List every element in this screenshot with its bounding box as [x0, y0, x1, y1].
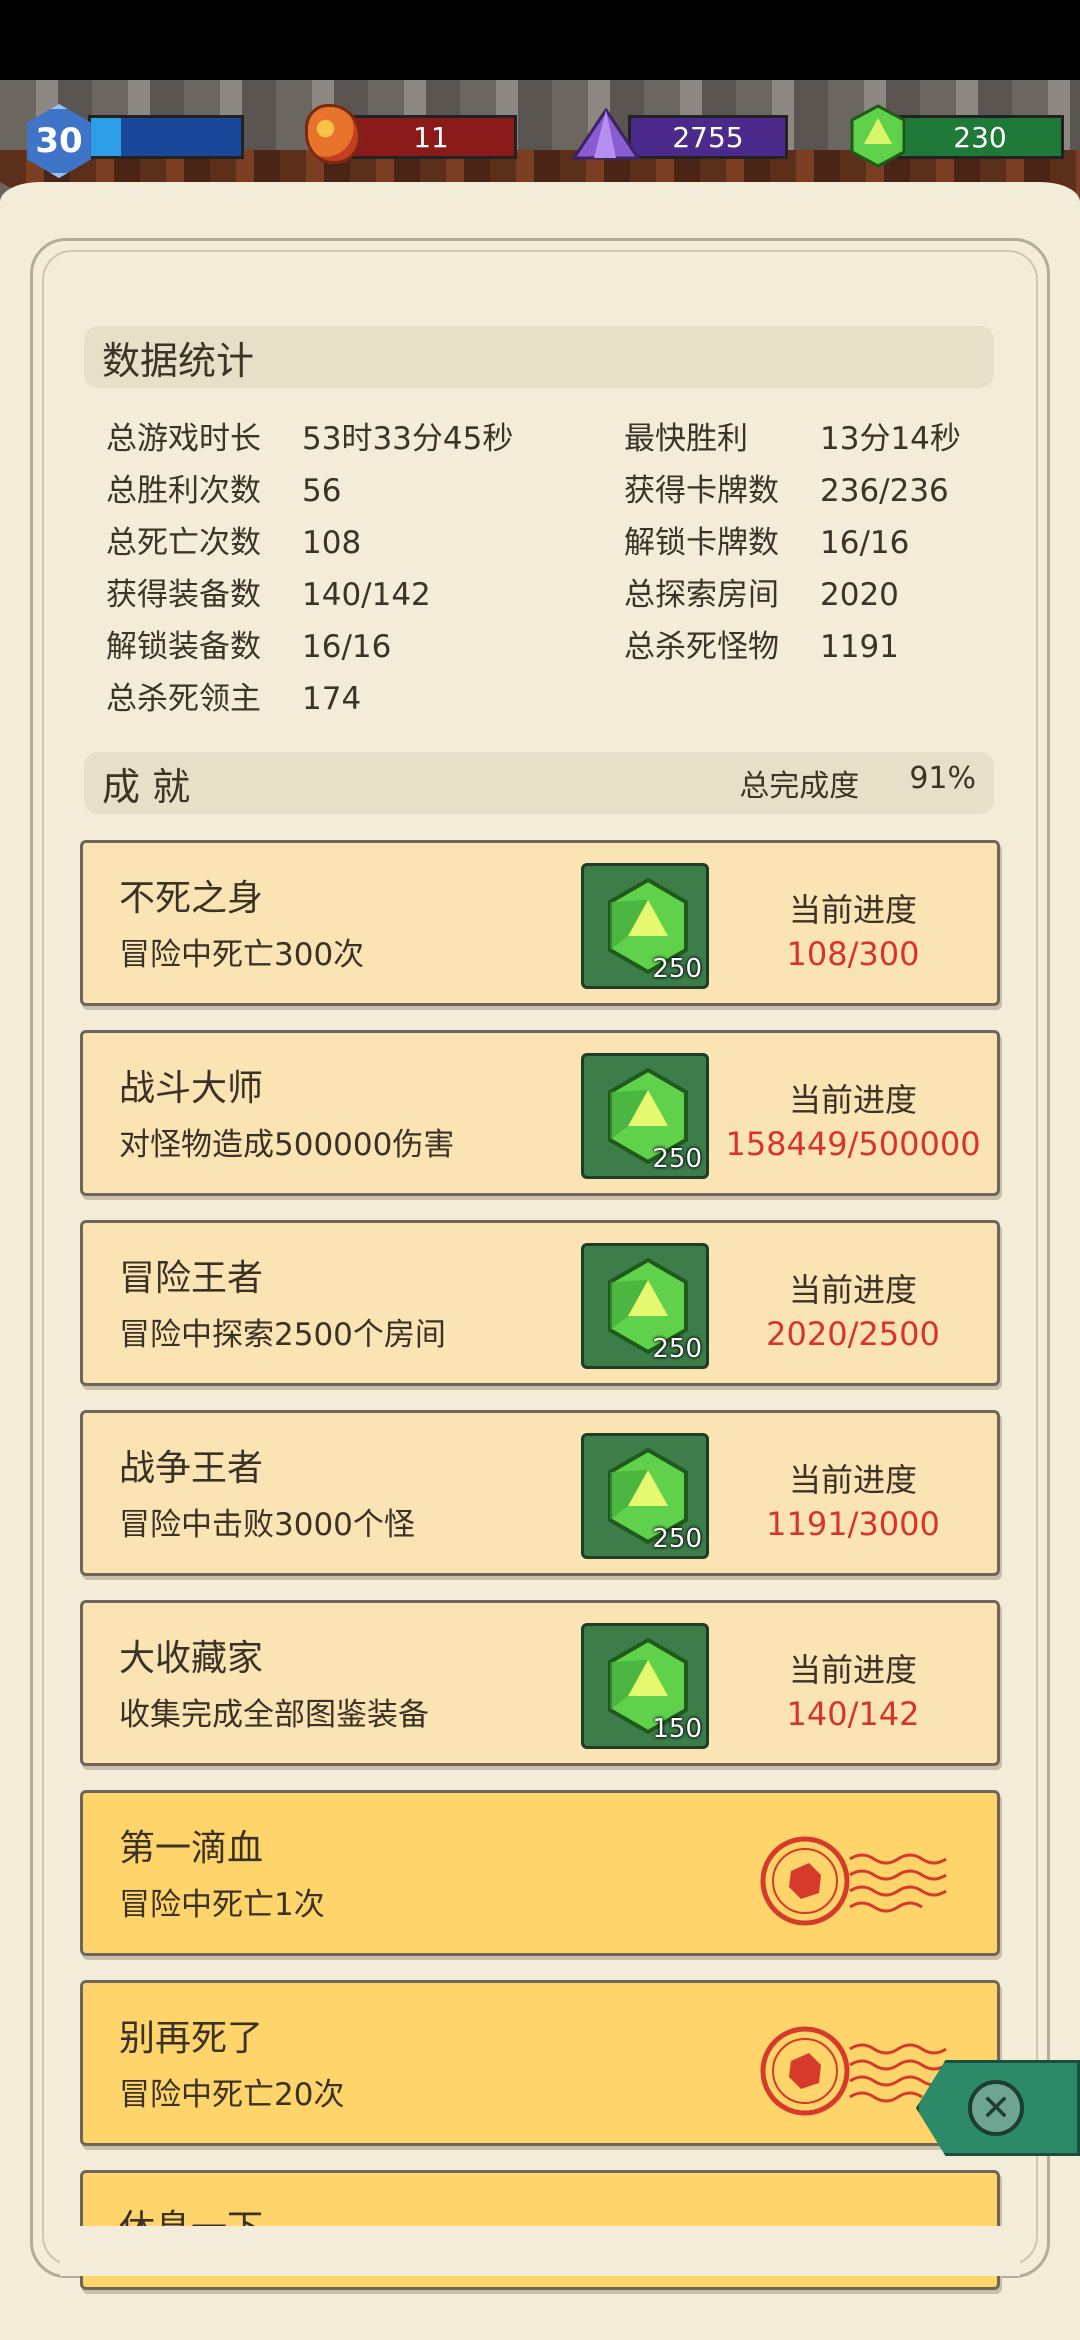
achievements-title: 成 就: [102, 764, 191, 809]
progress-value: 1191/3000: [766, 1505, 940, 1543]
close-icon[interactable]: ✕: [968, 2080, 1024, 2136]
stat-value: 140/142: [302, 577, 431, 613]
reward-box: 250: [581, 1053, 709, 1179]
stat-label: 总杀死怪物: [624, 629, 779, 665]
reward-amount: 250: [652, 1334, 702, 1364]
ore-count: 11: [413, 120, 449, 154]
crystal-count: 2755: [672, 120, 744, 154]
stat-value: 56: [302, 473, 342, 509]
completed-stamp-icon: [760, 1836, 947, 1926]
reward-amount: 250: [652, 1144, 702, 1174]
reward-amount: 150: [652, 1714, 702, 1744]
xp-bar: [88, 115, 244, 159]
achievement-name: 第一滴血: [119, 1828, 264, 1869]
achievement-name: 战争王者: [119, 1448, 264, 1489]
stat-value: 16/16: [302, 629, 392, 665]
achievement-card[interactable]: 大收藏家 收集完成全部图鉴装备 150 当前进度 140/142: [80, 1600, 1000, 1766]
gem-count: 230: [953, 120, 1007, 154]
achievement-card[interactable]: 战争王者 冒险中击败3000个怪 250 当前进度 1191/3000: [80, 1410, 1000, 1576]
progress-label: 当前进度: [788, 1081, 917, 1119]
achievement-desc: 冒险中死亡1次: [119, 1887, 325, 1923]
ore-counter: 11: [345, 115, 517, 159]
reward-box: 250: [581, 1243, 709, 1369]
progress-label: 当前进度: [788, 1271, 917, 1309]
progress-label: 当前进度: [788, 1651, 917, 1689]
stat-label: 总游戏时长: [106, 421, 261, 457]
achievement-card[interactable]: 战斗大师 对怪物造成500000伤害 250 当前进度 158449/50000…: [80, 1030, 1000, 1196]
achievement-name: 别再死了: [119, 2018, 264, 2059]
crystal-icon: [572, 108, 640, 160]
stat-label: 总死亡次数: [106, 525, 261, 561]
stat-value: 13分14秒: [820, 421, 961, 457]
completed-achievement-card[interactable]: 第一滴血 冒险中死亡1次: [80, 1790, 1000, 1956]
gem-icon: [850, 104, 906, 168]
stat-label: 解锁卡牌数: [624, 525, 779, 561]
completion-label: 总完成度: [739, 769, 860, 804]
achievement-desc: 冒险中探索2500个房间: [119, 1317, 446, 1353]
progress-label: 当前进度: [788, 1461, 917, 1499]
progress-value: 140/142: [786, 1695, 920, 1733]
reward-box: 250: [581, 1433, 709, 1559]
achievement-desc: 冒险中死亡300次: [119, 937, 365, 973]
stat-value: 16/16: [820, 525, 910, 561]
xp-bar-fill: [91, 118, 121, 156]
stat-label: 解锁装备数: [106, 629, 261, 665]
achievement-desc: 冒险中击败3000个怪: [119, 1507, 415, 1543]
stat-value: 1191: [820, 629, 899, 665]
stat-value: 108: [302, 525, 362, 561]
achievement-card[interactable]: 冒险王者 冒险中探索2500个房间 250 当前进度 2020/2500: [80, 1220, 1000, 1386]
achievement-desc: 对怪物造成500000伤害: [119, 1127, 455, 1163]
achievement-card[interactable]: 不死之身 冒险中死亡300次 250 当前进度 108/300: [80, 840, 1000, 1006]
stat-label: 获得卡牌数: [624, 473, 779, 509]
stat-value: 53时33分45秒: [302, 421, 514, 457]
completion-value: 91%: [909, 761, 976, 796]
achievement-desc: 收集完成全部图鉴装备: [119, 1697, 429, 1733]
completed-achievement-card[interactable]: 别再死了 冒险中死亡20次: [80, 1980, 1000, 2146]
stat-value: 2020: [820, 577, 899, 613]
reward-amount: 250: [652, 1524, 702, 1554]
achievement-name: 不死之身: [119, 878, 264, 919]
stats-header: 数据统计: [84, 326, 994, 388]
stat-label: 总探索房间: [624, 577, 779, 613]
stat-value: 236/236: [820, 473, 949, 509]
stat-label: 总胜利次数: [106, 473, 261, 509]
achievements-header: 成 就 总完成度 91%: [84, 752, 994, 814]
achievement-name: 冒险王者: [119, 1258, 264, 1299]
status-bar: [0, 0, 1080, 80]
progress-value: 158449/500000: [725, 1125, 981, 1163]
progress-label: 当前进度: [788, 891, 917, 929]
achievement-desc: 冒险中死亡20次: [119, 2077, 345, 2113]
crystal-counter: 2755: [628, 115, 788, 159]
gem-counter: 230: [896, 115, 1064, 159]
reward-box: 250: [581, 863, 709, 989]
achievement-name: 战斗大师: [119, 1068, 264, 1109]
reward-amount: 250: [652, 954, 702, 984]
stat-value: 174: [302, 681, 362, 717]
achievement-name: 大收藏家: [119, 1638, 264, 1679]
stat-label: 总杀死领主: [106, 681, 261, 717]
reward-box: 150: [581, 1623, 709, 1749]
stats-grid: 总游戏时长 53时33分45秒 最快胜利 13分14秒 总胜利次数 56 获得卡…: [106, 420, 986, 719]
panel-bottom-edge: [60, 2226, 1020, 2276]
progress-value: 2020/2500: [766, 1315, 940, 1353]
stat-label: 最快胜利: [624, 421, 748, 457]
stats-title: 数据统计: [102, 338, 255, 383]
stat-label: 获得装备数: [106, 577, 261, 613]
progress-value: 108/300: [786, 935, 920, 973]
